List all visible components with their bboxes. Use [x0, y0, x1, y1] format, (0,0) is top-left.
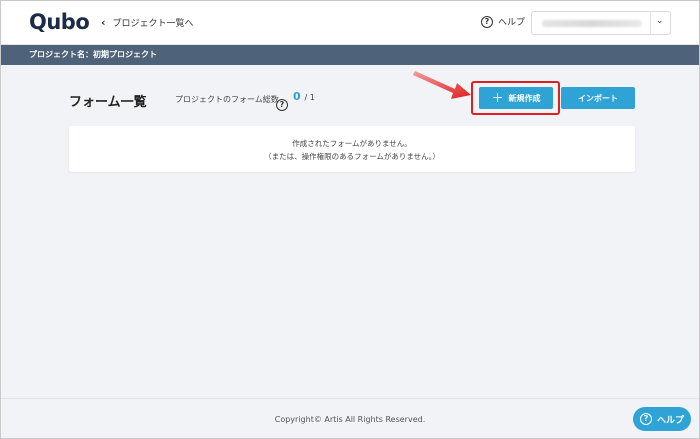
plus-icon: ＋	[491, 91, 504, 105]
chevron-left-icon: ‹	[101, 16, 106, 29]
back-link-label: プロジェクト一覧へ	[112, 19, 194, 29]
help-circle-icon: ?	[481, 15, 493, 28]
user-email-blurred	[542, 20, 642, 27]
chevron-down-icon: ⌄	[656, 16, 664, 26]
annotation-arrow-icon	[413, 71, 471, 99]
logo-text: Qubo	[29, 10, 90, 34]
copyright-text: Copyright© Artis All Rights Reserved.	[274, 415, 426, 424]
import-label: インポート	[578, 93, 618, 103]
user-account-select[interactable]: ⌄	[531, 11, 671, 35]
select-divider	[650, 12, 651, 34]
empty-forms-card: 作成されたフォームがありません。 （または、操作権限のあるフォームがありません。…	[69, 126, 635, 172]
back-to-projects-link[interactable]: ‹ プロジェクト一覧へ	[101, 16, 194, 29]
form-count-max: / 1	[304, 93, 315, 102]
new-form-label: 新規作成	[508, 93, 541, 103]
header-help-link[interactable]: ? ヘルプ	[481, 15, 525, 28]
page-title: フォーム一覧	[69, 95, 147, 110]
form-total-count: 0 / 1	[293, 90, 315, 103]
form-total-help-button[interactable]: ?	[276, 92, 288, 111]
new-form-button[interactable]: ＋ 新規作成	[479, 87, 553, 109]
footer: Copyright© Artis All Rights Reserved.	[1, 398, 699, 438]
import-button[interactable]: インポート	[561, 87, 635, 109]
form-total-label: プロジェクトのフォーム総数	[175, 95, 279, 104]
empty-message-line1: 作成されたフォームがありません。	[292, 139, 412, 148]
project-name-label: プロジェクト名：初期プロジェクト	[29, 50, 157, 59]
help-circle-icon: ?	[276, 99, 288, 111]
form-count-value: 0	[293, 90, 301, 103]
empty-message-line2: （または、操作権限のあるフォームがありません。）	[264, 152, 440, 161]
app-header: Qubo ‹ プロジェクト一覧へ ? ヘルプ ⌄	[1, 1, 699, 45]
header-help-label: ヘルプ	[498, 18, 526, 28]
project-name-bar: プロジェクト名：初期プロジェクト	[1, 45, 699, 65]
help-circle-icon: ?	[639, 413, 652, 425]
help-fab-label: ヘルプ	[656, 415, 684, 426]
qubo-logo[interactable]: Qubo	[29, 10, 90, 34]
help-floating-button[interactable]: ? ヘルプ	[633, 407, 691, 431]
